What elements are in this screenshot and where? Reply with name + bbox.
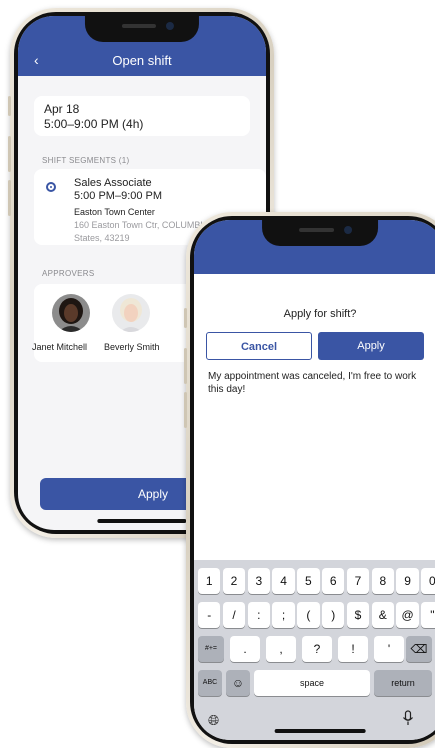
approver-name: Beverly Smith (104, 342, 160, 352)
key[interactable]: ' (374, 636, 404, 662)
mute-switch (184, 308, 187, 328)
cancel-button[interactable]: Cancel (206, 332, 312, 360)
notch (84, 16, 200, 42)
key[interactable]: ; (272, 602, 295, 628)
page-title: Open shift (112, 53, 172, 68)
radio-selected-icon[interactable] (46, 182, 56, 192)
keyboard-row-numbers: 1234567890 (196, 568, 435, 596)
key[interactable]: 0 (421, 568, 435, 594)
key[interactable]: 1 (198, 568, 221, 594)
key[interactable]: 8 (371, 568, 394, 594)
approvers-header: APPROVERS (42, 269, 95, 278)
segment-role: Sales Associate (74, 177, 152, 189)
home-indicator (274, 729, 366, 733)
key[interactable]: ? (302, 636, 332, 662)
key[interactable]: ! (338, 636, 368, 662)
home-indicator (97, 519, 187, 523)
mute-switch (8, 96, 11, 116)
avatar-janet-mitchell (52, 294, 90, 332)
keyboard: 1234567890 - /:;() $ & @ " #+= ⌫ .,?! ' ABC ☺ … (194, 560, 435, 740)
key[interactable]: ( (297, 602, 320, 628)
key[interactable]: 4 (272, 568, 295, 594)
segment-time: 5:00 PM–9:00 PM (74, 190, 163, 202)
microphone-icon[interactable] (402, 710, 414, 729)
keyboard-row-bottom: ABC ☺ space return (196, 670, 435, 698)
key[interactable]: , (266, 636, 296, 662)
key[interactable]: 2 (222, 568, 246, 594)
keyboard-row-symbols: - /:;() $ & @ " (196, 602, 435, 630)
notch (262, 220, 378, 246)
shift-time: 5:00–9:00 PM (4h) (44, 117, 144, 131)
key[interactable]: 7 (346, 568, 370, 594)
avatar-beverly-smith (112, 294, 150, 332)
key[interactable]: $ (346, 602, 370, 628)
key[interactable]: 5 (297, 568, 320, 594)
volume-down-button (8, 180, 11, 216)
keyboard-row-punctuation: #+= ⌫ .,?! ' (196, 636, 435, 664)
key[interactable]: " (421, 602, 435, 628)
key[interactable]: : (247, 602, 270, 628)
return-key[interactable]: return (374, 670, 432, 696)
key[interactable]: / (222, 602, 246, 628)
key[interactable]: 6 (322, 568, 345, 594)
key[interactable]: 9 (396, 568, 419, 594)
message-input[interactable]: My appointment was canceled, I'm free to… (208, 370, 418, 396)
backspace-icon[interactable]: ⌫ (406, 636, 432, 662)
dialog-title: Apply for shift? (283, 308, 357, 320)
emoji-icon[interactable]: ☺ (226, 670, 250, 696)
key[interactable]: & (371, 602, 394, 628)
globe-icon[interactable]: 🌐︎ (208, 712, 219, 729)
key[interactable]: @ (396, 602, 419, 628)
volume-down-button (184, 392, 187, 428)
segment-location: Easton Town Center (74, 207, 155, 217)
shift-segments-header: SHIFT SEGMENTS (1) (42, 156, 130, 165)
phone-apply-dialog: Apply for shift? Cancel Apply My appoint… (184, 212, 435, 748)
abc-key[interactable]: ABC (198, 670, 222, 696)
volume-up-button (8, 136, 11, 172)
key[interactable]: 3 (247, 568, 270, 594)
key[interactable]: . (230, 636, 260, 662)
shift-date-card: Apr 18 5:00–9:00 PM (4h) (34, 96, 250, 136)
key[interactable]: ) (322, 602, 345, 628)
approver-name: Janet Mitchell (32, 342, 88, 352)
apply-dialog-screen: Apply for shift? Cancel Apply My appoint… (194, 220, 435, 740)
shift-date: Apr 18 (44, 102, 80, 116)
key[interactable]: - (198, 602, 221, 628)
space-key[interactable]: space (254, 670, 370, 696)
volume-up-button (184, 348, 187, 384)
symbols-key[interactable]: #+= (198, 636, 224, 662)
apply-button[interactable]: Apply (318, 332, 424, 360)
